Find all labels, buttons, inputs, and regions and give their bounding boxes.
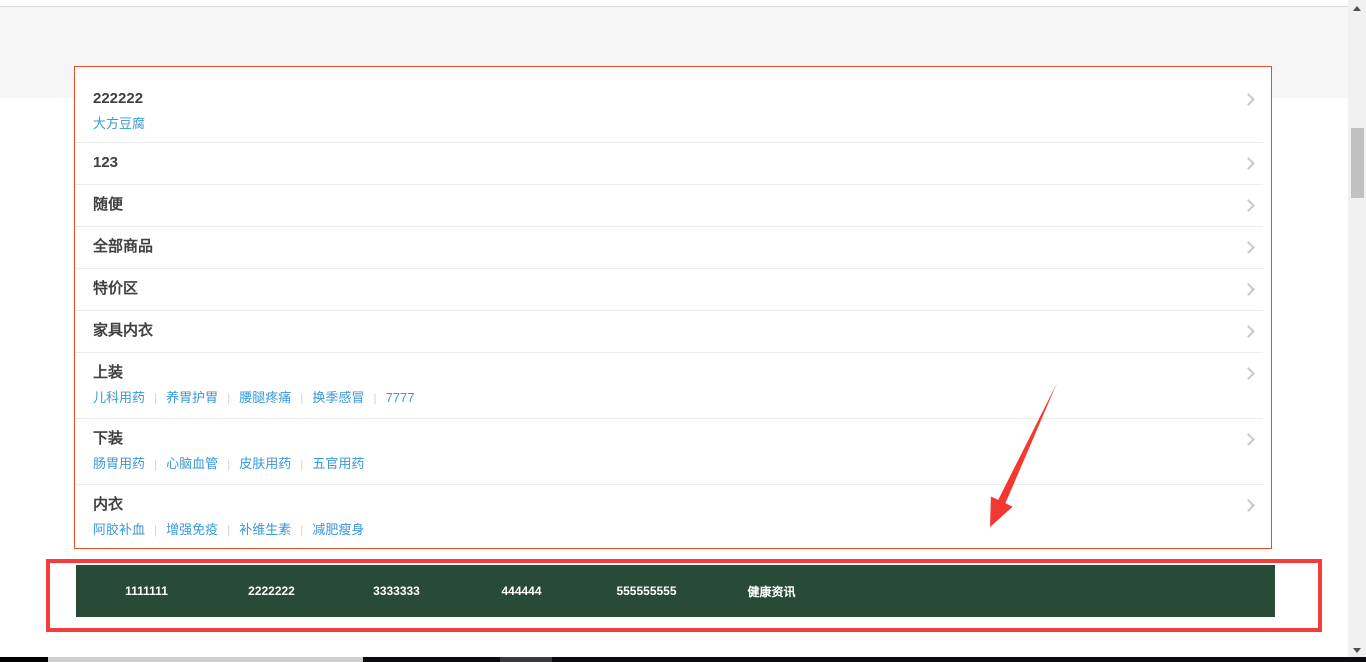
chevron-right-icon [1242, 241, 1255, 254]
category-row-head: 上装 [93, 363, 1263, 383]
subcategory-link[interactable]: 养胃护胃 [166, 390, 218, 405]
category-row[interactable]: 家具内衣 [75, 311, 1263, 353]
footer-nav-item[interactable]: 健康资讯 [709, 583, 834, 600]
separator: | [145, 457, 166, 471]
subcategory-link[interactable]: 增强免疫 [166, 522, 218, 537]
page-viewport: 222222 大方豆腐 123 随便 全部商品 特价区 家具内衣 [0, 0, 1366, 662]
subcategory-link[interactable]: 阿胶补血 [93, 522, 145, 537]
category-sublinks: 阿胶补血|增强免疫|补维生素|减肥瘦身 [93, 521, 1263, 539]
category-row[interactable]: 内衣 阿胶补血|增强免疫|补维生素|减肥瘦身 [75, 485, 1263, 558]
separator: | [364, 391, 385, 405]
category-row-head: 随便 [93, 195, 1263, 215]
subcategory-link[interactable]: 肠胃用药 [93, 456, 145, 471]
subcategory-link[interactable]: 大方豆腐 [93, 116, 145, 131]
footer-nav-item[interactable]: 3333333 [334, 584, 459, 598]
category-row-head: 全部商品 [93, 237, 1263, 257]
taskbar-edge-segment [0, 657, 48, 662]
category-title: 123 [93, 153, 118, 173]
category-row[interactable]: 全部商品 [75, 227, 1263, 269]
subcategory-link[interactable]: 7777 [386, 390, 415, 405]
category-row[interactable]: 下装 肠胃用药|心脑血管|皮肤用药|五官用药 [75, 419, 1263, 485]
chevron-right-icon [1242, 283, 1255, 296]
subcategory-link[interactable]: 腰腿疼痛 [239, 390, 291, 405]
category-row-head: 特价区 [93, 279, 1263, 299]
subcategory-link[interactable]: 减肥瘦身 [312, 522, 364, 537]
chevron-right-icon [1242, 93, 1255, 106]
separator: | [291, 391, 312, 405]
separator: | [145, 391, 166, 405]
chevron-right-icon [1242, 199, 1255, 212]
category-row[interactable]: 随便 [75, 185, 1263, 227]
subcategory-link[interactable]: 补维生素 [239, 522, 291, 537]
separator: | [218, 391, 239, 405]
vertical-scrollbar[interactable] [1348, 0, 1366, 662]
category-list-panel: 222222 大方豆腐 123 随便 全部商品 特价区 家具内衣 [74, 66, 1272, 549]
separator: | [145, 523, 166, 537]
category-title: 家具内衣 [93, 321, 153, 341]
taskbar-edge [0, 657, 1366, 662]
scrollbar-thumb[interactable] [1351, 128, 1364, 198]
taskbar-edge-segment [48, 657, 363, 662]
category-sublinks: 大方豆腐 [93, 115, 1263, 133]
subcategory-link[interactable]: 五官用药 [312, 456, 364, 471]
chevron-right-icon [1242, 325, 1255, 338]
chevron-right-icon [1242, 499, 1255, 512]
subcategory-link[interactable]: 皮肤用药 [239, 456, 291, 471]
footer-nav-item[interactable]: 444444 [459, 584, 584, 598]
taskbar-edge-segment [500, 657, 552, 662]
category-row[interactable]: 123 [75, 143, 1263, 185]
footer-nav-bar: 111111122222223333333444444555555555健康资讯 [76, 565, 1275, 617]
chevron-right-icon [1242, 367, 1255, 380]
footer-nav-item[interactable]: 1111111 [84, 584, 209, 598]
footer-nav-item[interactable]: 2222222 [209, 584, 334, 598]
category-row[interactable]: 上装 儿科用药|养胃护胃|腰腿疼痛|换季感冒|7777 [75, 353, 1263, 419]
separator: | [218, 523, 239, 537]
category-title: 222222 [93, 89, 143, 109]
category-row-head: 下装 [93, 429, 1263, 449]
category-row-head: 123 [93, 153, 1263, 173]
category-title: 特价区 [93, 279, 138, 299]
chevron-right-icon [1242, 157, 1255, 170]
chevron-right-icon [1242, 433, 1255, 446]
category-title: 下装 [93, 429, 123, 449]
category-title: 随便 [93, 195, 123, 215]
category-row[interactable]: 222222 大方豆腐 [75, 67, 1263, 143]
separator: | [291, 523, 312, 537]
category-row-head: 222222 [93, 89, 1263, 109]
subcategory-link[interactable]: 心脑血管 [166, 456, 218, 471]
separator: | [218, 457, 239, 471]
footer-nav-item[interactable]: 555555555 [584, 584, 709, 598]
category-sublinks: 肠胃用药|心脑血管|皮肤用药|五官用药 [93, 455, 1263, 473]
category-sublinks: 儿科用药|养胃护胃|腰腿疼痛|换季感冒|7777 [93, 389, 1263, 407]
scroll-down-icon[interactable] [1353, 648, 1361, 653]
subcategory-link[interactable]: 换季感冒 [312, 390, 364, 405]
scroll-up-icon[interactable] [1353, 6, 1361, 11]
category-title: 内衣 [93, 495, 123, 515]
category-row[interactable]: 特价区 [75, 269, 1263, 311]
category-row-head: 内衣 [93, 495, 1263, 515]
category-title: 上装 [93, 363, 123, 383]
category-title: 全部商品 [93, 237, 153, 257]
subcategory-link[interactable]: 儿科用药 [93, 390, 145, 405]
separator: | [291, 457, 312, 471]
category-row-head: 家具内衣 [93, 321, 1263, 341]
